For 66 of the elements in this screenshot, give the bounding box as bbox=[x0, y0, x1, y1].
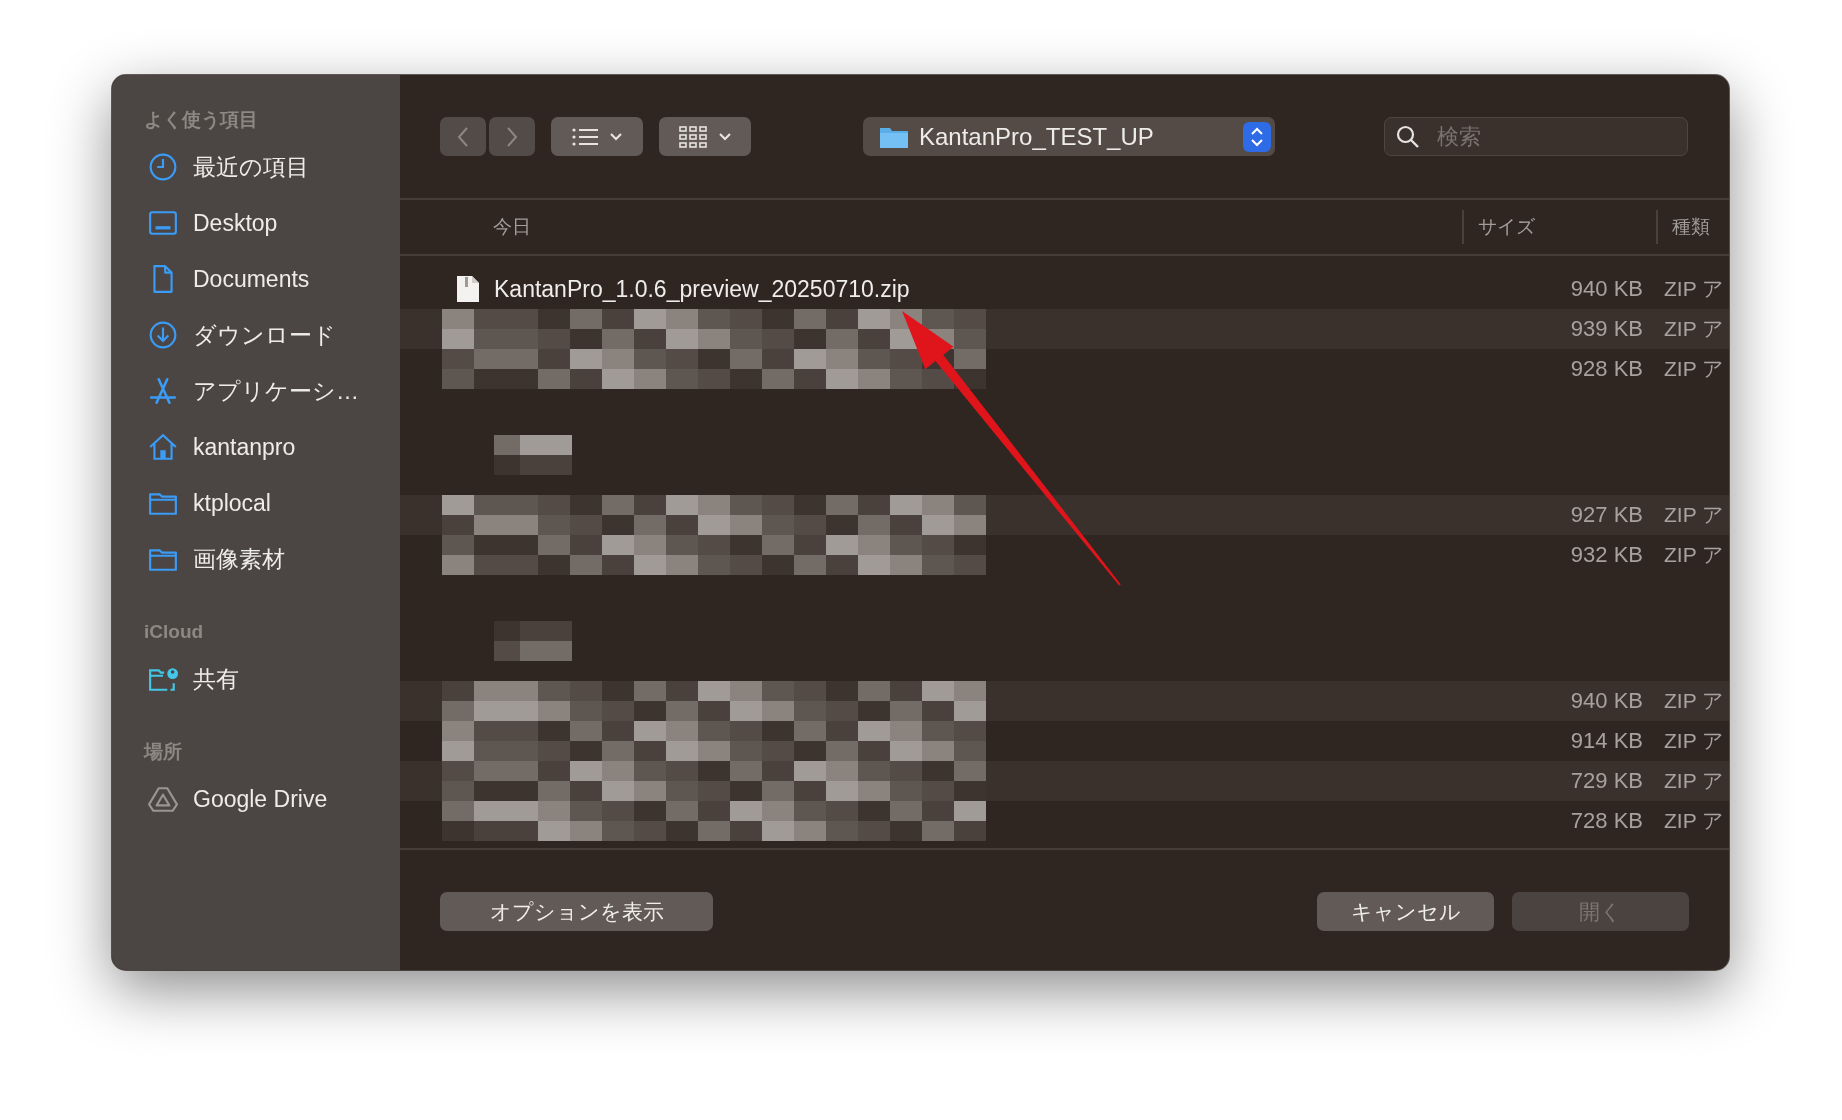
sidebar-item[interactable]: kantanpro bbox=[148, 419, 400, 475]
file-row[interactable]: 928 KB ZIP ア bbox=[400, 349, 1729, 389]
file-row[interactable]: 939 KB ZIP ア bbox=[400, 309, 1729, 349]
list-view-button[interactable] bbox=[551, 117, 643, 156]
file-name: KantanPro_1.0.6_preview_20250710.zip bbox=[494, 275, 910, 303]
caret-icon bbox=[718, 131, 732, 142]
column-header[interactable]: 種類 bbox=[1656, 210, 1729, 244]
file-size: 729 KB bbox=[1569, 768, 1644, 794]
file-kind: ZIP ア bbox=[1663, 808, 1726, 834]
forward-button[interactable] bbox=[489, 117, 535, 156]
grid-view-button[interactable] bbox=[659, 117, 751, 156]
download-icon bbox=[148, 320, 178, 350]
search-field[interactable]: 検索 bbox=[1384, 117, 1688, 156]
column-header[interactable]: 今日 bbox=[400, 200, 1462, 254]
file-size: 940 KB bbox=[1569, 688, 1644, 714]
clock-icon bbox=[148, 152, 178, 182]
file-row[interactable]: 728 KB ZIP ア bbox=[400, 801, 1729, 841]
file-size: 932 KB bbox=[1569, 542, 1644, 568]
sidebar-item[interactable]: Desktop bbox=[148, 195, 400, 251]
file-row[interactable]: KantanPro_1.0.6_preview_20250710.zip 940 KB ZIP ア bbox=[400, 269, 1729, 309]
file-row[interactable]: 914 KB ZIP ア bbox=[400, 721, 1729, 761]
sidebar-item[interactable]: Documents bbox=[148, 251, 400, 307]
file-kind: ZIP ア bbox=[1663, 768, 1726, 794]
sidebar-item[interactable]: アプリケーシ… bbox=[148, 363, 400, 419]
file-kind: ZIP ア bbox=[1663, 316, 1726, 342]
dialog-button[interactable]: キャンセル bbox=[1317, 892, 1494, 931]
chevron-right-icon bbox=[505, 125, 519, 148]
grid-icon bbox=[678, 124, 708, 149]
sidebar-item[interactable]: ktplocal bbox=[148, 475, 400, 531]
chevron-left-icon bbox=[456, 125, 470, 148]
file-kind: ZIP ア bbox=[1663, 688, 1726, 714]
file-size: 914 KB bbox=[1569, 728, 1644, 754]
file-size: 927 KB bbox=[1569, 502, 1644, 528]
sidebar-item[interactable]: ダウンロード bbox=[148, 307, 400, 363]
column-header[interactable]: サイズ bbox=[1462, 210, 1656, 244]
file-size: 940 KB bbox=[1569, 276, 1644, 302]
file-row[interactable]: 940 KB ZIP ア bbox=[400, 681, 1729, 721]
sidebar-item[interactable]: 共有 bbox=[148, 651, 400, 707]
sidebar-item[interactable]: Google Drive bbox=[148, 771, 400, 827]
file-kind: ZIP ア bbox=[1663, 542, 1726, 568]
sidebar-heading: よく使う項目 bbox=[144, 108, 258, 132]
file-size: 928 KB bbox=[1569, 356, 1644, 382]
file-row[interactable]: 927 KB ZIP ア bbox=[400, 495, 1729, 535]
file-size: 728 KB bbox=[1569, 808, 1644, 834]
file-kind: ZIP ア bbox=[1663, 502, 1726, 528]
zip-file-icon bbox=[456, 275, 480, 303]
sidebar-heading: 場所 bbox=[144, 740, 182, 764]
options-button[interactable]: オプションを表示 bbox=[440, 892, 713, 931]
home-icon bbox=[148, 432, 178, 462]
location-popup[interactable]: KantanPro_TEST_UP bbox=[863, 117, 1275, 156]
sidebar-heading: iCloud bbox=[144, 620, 204, 644]
sidebar-item[interactable]: 画像素材 bbox=[148, 531, 400, 587]
drive-icon bbox=[148, 784, 178, 814]
file-row[interactable]: 729 KB ZIP ア bbox=[400, 761, 1729, 801]
file-kind: ZIP ア bbox=[1663, 728, 1726, 754]
file-kind: ZIP ア bbox=[1663, 276, 1726, 302]
file-size: 939 KB bbox=[1569, 316, 1644, 342]
file-row[interactable]: 932 KB ZIP ア bbox=[400, 535, 1729, 575]
file-kind: ZIP ア bbox=[1663, 356, 1726, 382]
caret-icon bbox=[609, 131, 623, 142]
stepper-icon bbox=[1243, 121, 1271, 152]
search-icon bbox=[1395, 124, 1421, 150]
sidebar-item[interactable]: 最近の項目 bbox=[148, 139, 400, 195]
app-store-icon bbox=[148, 376, 178, 406]
desktop-icon bbox=[148, 208, 178, 238]
back-button[interactable] bbox=[440, 117, 486, 156]
